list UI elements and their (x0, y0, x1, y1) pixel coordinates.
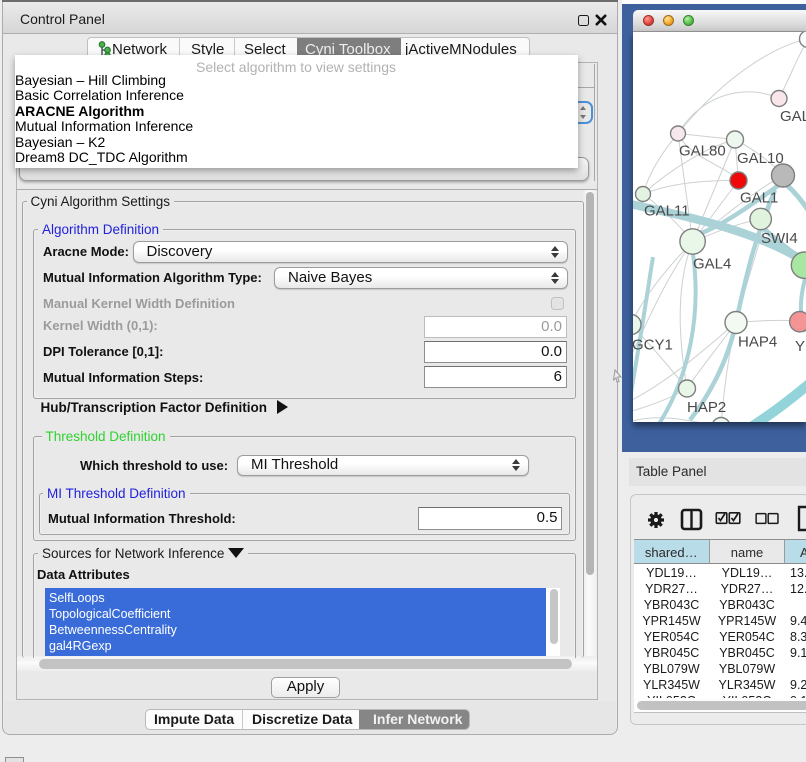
svg-text:GAL7: GAL7 (780, 108, 806, 125)
svg-text:GAL10: GAL10 (737, 150, 784, 167)
svg-text:GCY1: GCY1 (633, 336, 673, 353)
svg-text:SWI4: SWI4 (761, 230, 798, 247)
svg-text:GAL1: GAL1 (740, 189, 778, 206)
svg-text:HAP2: HAP2 (687, 399, 726, 416)
svg-text:GAL4: GAL4 (693, 255, 731, 272)
svg-text:HAP4: HAP4 (738, 333, 777, 350)
svg-text:GAL80: GAL80 (679, 142, 726, 159)
svg-text:GAL11: GAL11 (644, 202, 690, 219)
svg-text:YB: YB (795, 338, 806, 355)
